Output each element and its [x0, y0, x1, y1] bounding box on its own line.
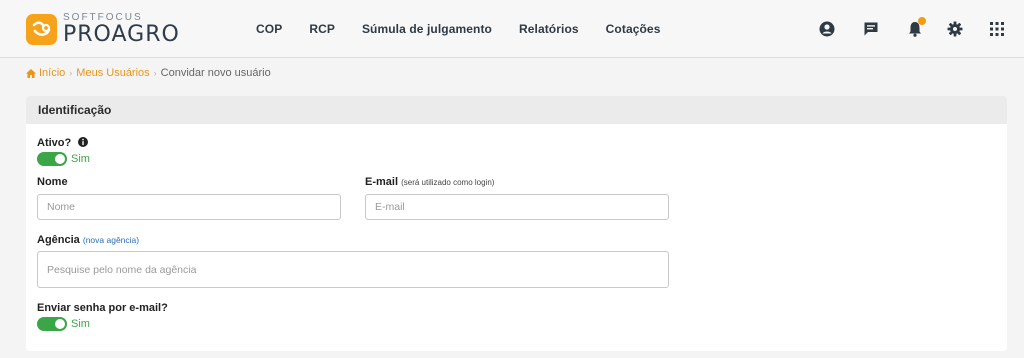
nav-item-sumula[interactable]: Súmula de julgamento	[362, 22, 492, 36]
bell-icon[interactable]	[906, 17, 926, 38]
apps-grid-icon[interactable]	[988, 20, 1006, 38]
proagro-logo-icon	[26, 13, 57, 45]
breadcrumb-home[interactable]: Início	[39, 67, 65, 79]
new-agency-link[interactable]: (nova agência)	[83, 235, 139, 245]
active-label-row: Ativo?	[37, 137, 89, 150]
breadcrumb-current: Convidar novo usuário	[160, 67, 271, 79]
home-icon[interactable]	[26, 68, 36, 78]
email-label-row: E-mail (será utilizado como login)	[365, 176, 494, 188]
top-navbar: SOFTFOCUS PROAGRO COP RCP Súmula de julg…	[0, 0, 1024, 58]
gear-icon[interactable]	[946, 20, 964, 38]
identification-card: Identificação Ativo? Sim Nome E-mail (se…	[26, 96, 1007, 351]
chat-icon[interactable]	[862, 20, 880, 38]
nav-item-rcp[interactable]: RCP	[309, 22, 335, 36]
email-field[interactable]	[365, 194, 669, 220]
active-toggle[interactable]: Sim	[37, 152, 90, 166]
email-hint: (será utilizado como login)	[401, 178, 495, 187]
email-label: E-mail	[365, 176, 399, 188]
brand-logo[interactable]: SOFTFOCUS PROAGRO	[26, 12, 180, 46]
nav-item-relatorios[interactable]: Relatórios	[519, 22, 579, 36]
breadcrumb-separator: ›	[153, 68, 157, 78]
brand-company: SOFTFOCUS	[63, 11, 143, 23]
send-password-toggle-label: Sim	[71, 318, 90, 330]
agency-label: Agência	[37, 234, 80, 246]
section-title: Identificação	[26, 96, 1007, 124]
breadcrumb-separator: ›	[69, 68, 73, 78]
breadcrumb-users[interactable]: Meus Usuários	[76, 67, 149, 79]
nav-item-cop[interactable]: COP	[256, 22, 282, 36]
name-label: Nome	[37, 176, 68, 188]
send-password-toggle[interactable]: Sim	[37, 317, 90, 331]
nav-item-cotacoes[interactable]: Cotações	[606, 22, 661, 36]
info-icon[interactable]	[78, 137, 89, 150]
name-field[interactable]	[37, 194, 341, 220]
breadcrumb: Início › Meus Usuários › Convidar novo u…	[26, 67, 271, 79]
notification-dot	[918, 17, 926, 25]
active-label: Ativo?	[37, 137, 72, 149]
send-password-label: Enviar senha por e-mail?	[37, 302, 168, 314]
active-toggle-label: Sim	[71, 153, 90, 165]
agency-label-row: Agência (nova agência)	[37, 234, 139, 246]
main-nav: COP RCP Súmula de julgamento Relatórios …	[256, 0, 687, 58]
agency-search-input[interactable]	[37, 251, 669, 288]
brand-name: PROAGRO	[63, 21, 180, 47]
user-circle-icon[interactable]	[818, 20, 836, 38]
